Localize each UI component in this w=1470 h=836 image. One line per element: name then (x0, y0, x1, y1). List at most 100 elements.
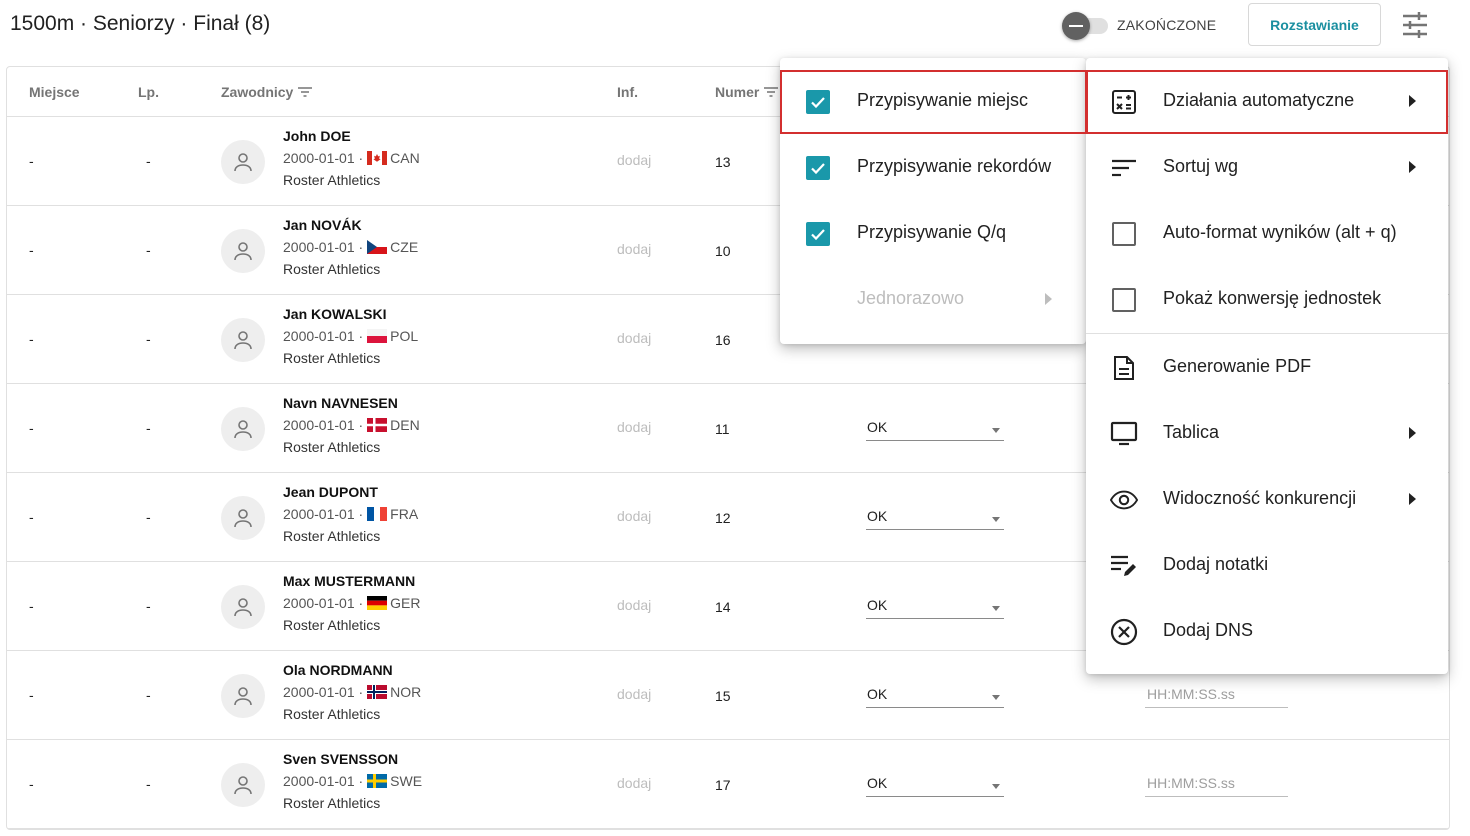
menu-item-auto-format[interactable]: Auto-format wyników (alt + q) (1086, 200, 1448, 266)
athlete-name[interactable]: John DOE (283, 128, 351, 144)
inf-add-link[interactable]: dodaj (617, 775, 651, 791)
inf-add-link[interactable]: dodaj (617, 330, 651, 346)
seeding-button[interactable]: Rozstawianie (1248, 3, 1381, 46)
menu-item-visibility[interactable]: Widoczność konkurencji (1086, 466, 1448, 532)
checkbox-checked-icon[interactable] (804, 88, 832, 116)
finished-toggle-label: ZAKOŃCZONE (1117, 17, 1217, 33)
country-flag-icon (367, 685, 388, 699)
athlete-name[interactable]: Jean DUPONT (283, 484, 378, 500)
athlete-club: Roster Athletics (283, 350, 381, 366)
col-lp-header[interactable]: Lp. (138, 84, 159, 100)
person-icon (232, 418, 254, 440)
filter-icon[interactable] (763, 86, 779, 98)
person-icon (232, 685, 254, 707)
menu-item-sort-by[interactable]: Sortuj wg (1086, 134, 1448, 200)
menu-item-auto-actions[interactable]: Działania automatyczne (1086, 68, 1448, 134)
avatar (221, 140, 265, 184)
athlete-name[interactable]: Jan KOWALSKI (283, 306, 386, 322)
time-input[interactable]: HH:MM:SS.ss (1145, 773, 1288, 797)
athlete-dob: 2000-01-01 · (283, 684, 364, 700)
menu-item-generate-pdf[interactable]: Generowanie PDF (1086, 334, 1448, 400)
athlete-country: POL (390, 328, 419, 344)
athlete-name[interactable]: Max MUSTERMANN (283, 573, 415, 589)
checkbox-empty-icon[interactable] (1110, 286, 1138, 314)
athlete-club: Roster Athletics (283, 706, 381, 722)
settings-tune-icon[interactable] (1400, 11, 1430, 39)
bib-number: 12 (715, 510, 731, 526)
menu-item-unit-conversion[interactable]: Pokaż konwersję jednostek (1086, 266, 1448, 332)
dropdown-arrow-icon (992, 606, 1000, 611)
person-icon (232, 507, 254, 529)
chevron-right-icon (1409, 161, 1416, 173)
country-flag-icon (367, 774, 388, 788)
monitor-icon (1110, 420, 1138, 448)
bib-number: 11 (715, 421, 730, 437)
eye-icon (1110, 486, 1138, 514)
edit-notes-icon (1110, 552, 1138, 580)
inf-add-link[interactable]: dodaj (617, 597, 651, 613)
bib-number: 16 (715, 332, 731, 348)
person-icon (232, 151, 254, 173)
menu-item-assign-records[interactable]: Przypisywanie rekordów (780, 134, 1086, 200)
inf-add-link[interactable]: dodaj (617, 686, 651, 702)
place-cell: - (29, 687, 34, 703)
avatar (221, 763, 265, 807)
menu-item-add-notes[interactable]: Dodaj notatki (1086, 532, 1448, 598)
athlete-name[interactable]: Navn NAVNESEN (283, 395, 398, 411)
athlete-details: 2000-01-01 · CZE (283, 239, 418, 255)
inf-add-link[interactable]: dodaj (617, 241, 651, 257)
filter-icon[interactable] (297, 86, 313, 98)
athlete-name[interactable]: Sven SVENSSON (283, 751, 398, 767)
checkbox-empty-icon[interactable] (1110, 220, 1138, 248)
menu-item-label: Jednorazowo (857, 288, 965, 308)
page-title: 1500m · Seniorzy · Finał (8) (10, 12, 271, 35)
athlete-name[interactable]: Ola NORDMANN (283, 662, 393, 678)
finished-toggle[interactable] (1062, 12, 1110, 40)
menu-item-add-dns[interactable]: Dodaj DNS (1086, 598, 1448, 664)
col-lp-label: Lp. (138, 84, 159, 100)
status-select[interactable]: OK (866, 684, 1004, 708)
menu-item-label: Tablica (1163, 422, 1220, 442)
toggle-knob (1062, 12, 1090, 40)
inf-add-link[interactable]: dodaj (617, 419, 651, 435)
bib-number: 13 (715, 154, 731, 170)
status-select[interactable]: OK (866, 417, 1004, 441)
col-inf-header[interactable]: Inf. (617, 84, 638, 100)
athlete-dob: 2000-01-01 · (283, 239, 364, 255)
menu-item-one-time[interactable]: Jednorazowo (780, 266, 1086, 332)
col-athletes-header[interactable]: Zawodnicy (221, 84, 313, 100)
col-place-header[interactable]: Miejsce (29, 84, 80, 100)
avatar (221, 496, 265, 540)
athlete-details: 2000-01-01 · FRA (283, 506, 418, 522)
bib-number: 15 (715, 688, 731, 704)
bib-number: 17 (715, 777, 731, 793)
status-select[interactable]: OK (866, 595, 1004, 619)
athlete-country: CAN (390, 150, 420, 166)
col-number-header[interactable]: Numer (715, 84, 779, 100)
status-select[interactable]: OK (866, 506, 1004, 530)
athlete-dob: 2000-01-01 · (283, 773, 364, 789)
menu-item-assign-qualifiers[interactable]: Przypisywanie Q/q (780, 200, 1086, 266)
inf-add-link[interactable]: dodaj (617, 152, 651, 168)
table-row[interactable]: - - Sven SVENSSON 2000-01-01 · SWE Roste… (7, 740, 1449, 829)
auto-actions-submenu: Przypisywanie miejsc Przypisywanie rekor… (780, 58, 1086, 344)
time-input[interactable]: HH:MM:SS.ss (1145, 684, 1288, 708)
checkbox-checked-icon[interactable] (804, 154, 832, 182)
athlete-dob: 2000-01-01 · (283, 417, 364, 433)
avatar (221, 585, 265, 629)
menu-item-assign-places[interactable]: Przypisywanie miejsc (780, 68, 1086, 134)
athlete-dob: 2000-01-01 · (283, 150, 364, 166)
col-number-label: Numer (715, 84, 760, 100)
athlete-club: Roster Athletics (283, 261, 381, 277)
country-flag-icon (367, 329, 388, 343)
country-flag-icon (367, 418, 388, 432)
country-flag-icon (367, 596, 388, 610)
athlete-country: NOR (390, 684, 422, 700)
athlete-details: 2000-01-01 · SWE (283, 773, 422, 789)
status-select[interactable]: OK (866, 773, 1004, 797)
checkbox-checked-icon[interactable] (804, 220, 832, 248)
athlete-name[interactable]: Jan NOVÁK (283, 217, 362, 233)
menu-item-scoreboard[interactable]: Tablica (1086, 400, 1448, 466)
inf-add-link[interactable]: dodaj (617, 508, 651, 524)
athlete-club: Roster Athletics (283, 528, 381, 544)
